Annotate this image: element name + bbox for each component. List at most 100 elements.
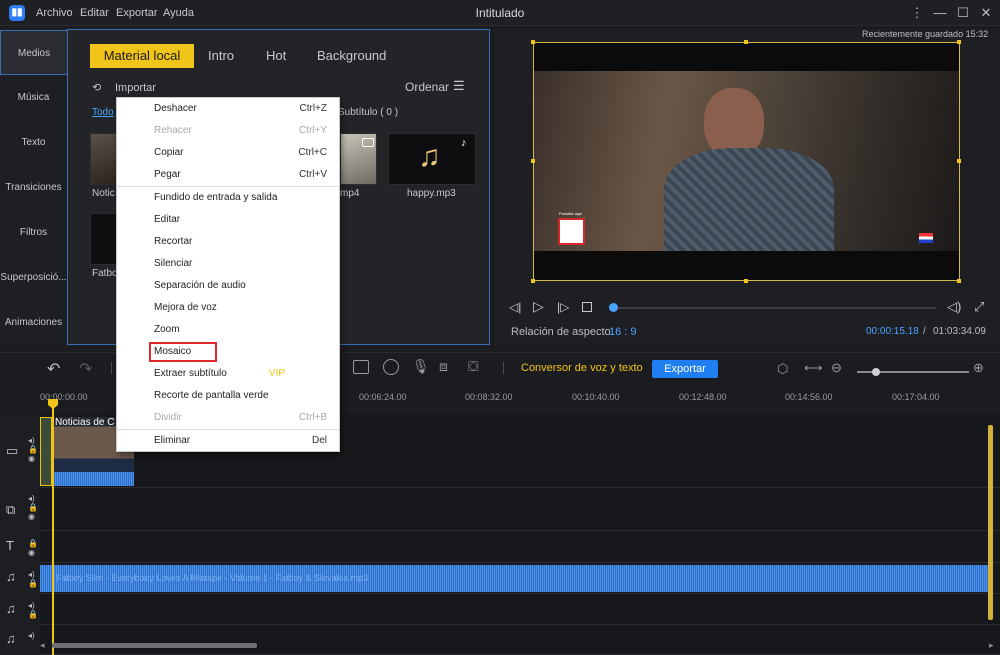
menu-item-fade-in-out[interactable]: Fundido de entrada y salida: [117, 187, 339, 209]
resize-handle[interactable]: [744, 279, 748, 283]
menu-item-copy[interactable]: Copiar Ctrl+C: [117, 142, 339, 164]
menu-item-edit[interactable]: Editar: [117, 209, 339, 231]
sort-list-icon[interactable]: ☰: [453, 78, 465, 94]
tab-hot[interactable]: Hot: [266, 44, 286, 68]
resize-handle[interactable]: [957, 159, 961, 163]
vertical-scrollbar[interactable]: [988, 425, 993, 620]
sidebar-item-animaciones[interactable]: Animaciones: [0, 300, 67, 345]
track-controls[interactable]: ◂) 🔒 ◉: [28, 436, 38, 463]
scroll-right-icon[interactable]: ▸: [989, 640, 994, 651]
menu-item-voice-enhance[interactable]: Mejora de voz: [117, 297, 339, 319]
menu-item-trim[interactable]: Recortar: [117, 231, 339, 253]
resize-handle[interactable]: [957, 40, 961, 44]
audio-track-3[interactable]: [40, 625, 1000, 655]
video-preview[interactable]: Pantalla aquí: [533, 42, 960, 281]
menu-item-mute[interactable]: Silenciar: [117, 253, 339, 275]
track-controls[interactable]: ◂) 🔒 ◉: [28, 494, 38, 521]
sidebar-item-musica[interactable]: Música: [0, 75, 67, 120]
resize-handle[interactable]: [531, 159, 535, 163]
minimize-icon[interactable]: —: [932, 5, 948, 21]
export-button[interactable]: Exportar: [652, 360, 718, 378]
ruler-tick: 00:06:24.00: [359, 392, 407, 402]
horizontal-scrollbar[interactable]: [52, 643, 257, 648]
resize-handle[interactable]: [744, 40, 748, 44]
media-thumb-fatboy[interactable]: [90, 213, 117, 265]
voice-text-converter-button[interactable]: Conversor de voz y texto: [521, 362, 643, 374]
filter-todo[interactable]: Todo: [92, 107, 114, 118]
menu-item-shortcut: Ctrl+V: [298, 169, 327, 180]
prev-frame-icon[interactable]: ◁|: [509, 300, 521, 314]
aspect-ratio-value[interactable]: 16 : 9: [609, 326, 637, 338]
video-clip-waveform: [53, 472, 134, 486]
resize-handle[interactable]: [531, 279, 535, 283]
ruler-tick: 00:00:00.00: [40, 392, 88, 402]
qr-code-icon: [558, 218, 585, 245]
zoom-out-icon[interactable]: ⊖: [831, 360, 842, 376]
window-title: Intitulado: [475, 6, 525, 20]
audio-track-2[interactable]: [40, 594, 1000, 625]
maximize-icon[interactable]: ☐: [955, 5, 971, 21]
sidebar-item-superposicion[interactable]: Superposició...: [0, 255, 67, 300]
resize-handle[interactable]: [957, 279, 961, 283]
redo-icon[interactable]: ↷: [79, 359, 92, 379]
more-options-icon[interactable]: ⋮: [909, 5, 925, 21]
menu-item-audio-separation[interactable]: Separación de audio: [117, 275, 339, 297]
sidebar-item-texto[interactable]: Texto: [0, 120, 67, 165]
sidebar-item-transiciones[interactable]: Transiciones: [0, 165, 67, 210]
track-controls[interactable]: ◂) 🔒: [28, 601, 38, 619]
tab-intro[interactable]: Intro: [208, 44, 234, 68]
undo-icon[interactable]: ↶: [47, 359, 60, 379]
next-frame-icon[interactable]: |▷: [557, 300, 569, 314]
sort-button[interactable]: Ordenar: [405, 80, 449, 94]
menu-item-extract-subtitle[interactable]: Extraer subtítulo VIP: [117, 363, 339, 385]
fullscreen-icon[interactable]: ⤢: [974, 299, 984, 315]
play-icon[interactable]: ▷: [533, 298, 544, 315]
resize-handle[interactable]: [531, 40, 535, 44]
text-track[interactable]: [40, 531, 1000, 563]
volume-icon[interactable]: ◁): [947, 299, 961, 315]
music-track-icon: ♫: [6, 601, 16, 616]
filter-subtitulo[interactable]: Subtítulo ( 0 ): [338, 107, 398, 118]
menu-item-label: Zoom: [154, 324, 180, 335]
ruler-tick: 00:10:40.00: [572, 392, 620, 402]
speed-icon[interactable]: [383, 359, 399, 375]
menu-item-mosaic[interactable]: Mosaico: [117, 341, 339, 363]
scroll-left-icon[interactable]: ◂: [40, 640, 45, 651]
zoom-slider-handle[interactable]: [872, 368, 880, 376]
track-controls[interactable]: ◂): [28, 631, 35, 640]
menu-item-undo[interactable]: Deshacer Ctrl+Z: [117, 98, 339, 120]
marker-icon[interactable]: ⬡: [777, 361, 788, 377]
sidebar-item-medios[interactable]: Medios: [0, 30, 67, 75]
menu-item-green-screen[interactable]: Recorte de pantalla verde: [117, 385, 339, 407]
record-voice-icon[interactable]: 🎙: [412, 358, 430, 375]
context-menu: Deshacer Ctrl+Z Rehacer Ctrl+Y Copiar Ctrl+C P…: [116, 97, 340, 452]
sidebar-item-filtros[interactable]: Filtros: [0, 210, 67, 255]
playhead[interactable]: [52, 400, 54, 655]
close-icon[interactable]: ✕: [978, 5, 994, 21]
track-controls[interactable]: ◂) 🔒: [28, 570, 38, 588]
seek-bar[interactable]: [612, 307, 936, 309]
media-thumb-noticias[interactable]: [90, 133, 117, 185]
menu-item-label: Mejora de voz: [154, 302, 217, 313]
menu-item-zoom[interactable]: Zoom: [117, 319, 339, 341]
fit-timeline-icon[interactable]: ⟷: [804, 360, 823, 376]
track-controls[interactable]: 🔒 ◉: [28, 539, 38, 557]
screen-record-icon[interactable]: ⧈: [439, 358, 448, 375]
menu-item-label: Editar: [154, 214, 181, 225]
import-button[interactable]: Importar: [115, 82, 156, 94]
stop-icon[interactable]: [582, 302, 592, 312]
video-clip-selected[interactable]: [40, 417, 52, 486]
media-label-happy: happy.mp3: [407, 188, 456, 199]
import-icon[interactable]: ⟲: [92, 81, 101, 94]
zoom-in-icon[interactable]: ⊕: [973, 360, 984, 376]
highlight-box: [149, 342, 217, 362]
menu-item-delete[interactable]: Eliminar Del: [117, 430, 339, 452]
tab-background[interactable]: Background: [317, 44, 386, 68]
crop-icon[interactable]: [353, 360, 369, 374]
overlay-track[interactable]: [40, 488, 1000, 531]
ruler-tick: 00:12:48.00: [679, 392, 727, 402]
tab-material-local[interactable]: Material local: [90, 44, 194, 68]
time-separator: /: [923, 326, 926, 337]
menu-item-paste[interactable]: Pegar Ctrl+V: [117, 164, 339, 186]
paint-bucket-icon[interactable]: ⛋: [468, 358, 479, 375]
